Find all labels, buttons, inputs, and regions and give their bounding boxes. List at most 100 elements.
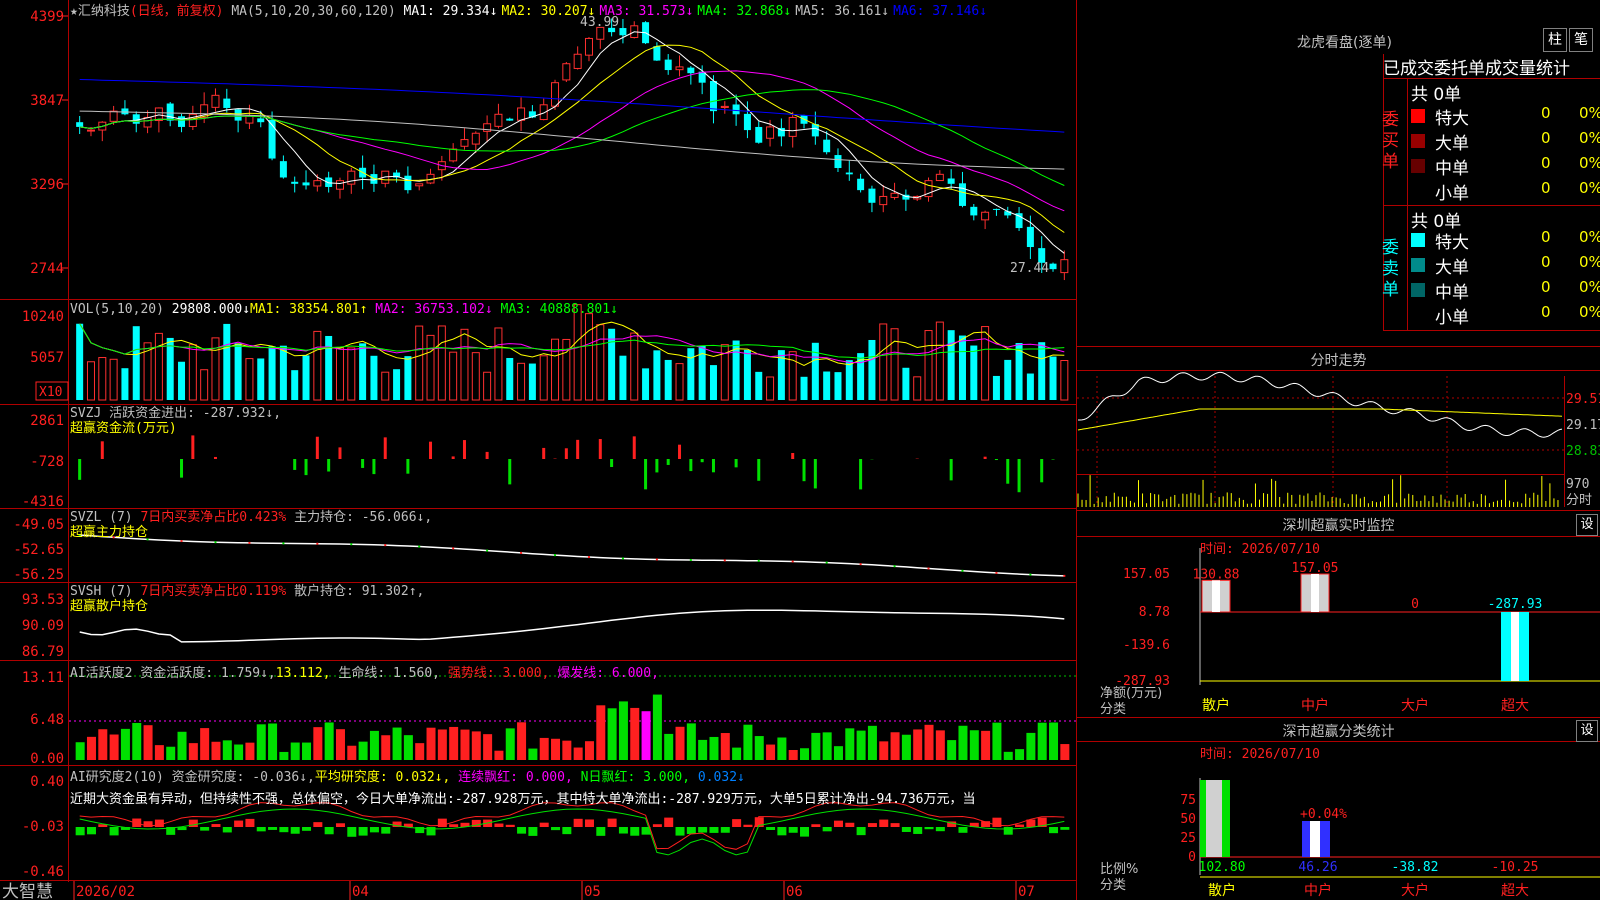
svzl-line[interactable] [78, 534, 1066, 577]
svzj-bar [213, 456, 217, 459]
svsh-line[interactable] [79, 609, 1065, 643]
ai2-bar [777, 827, 787, 836]
candle-body [845, 172, 853, 175]
order-row[interactable]: 大单 0 0% [1411, 129, 1600, 154]
volume-bar [494, 327, 503, 401]
order-row[interactable]: 特大 0 0% [1411, 228, 1600, 253]
ai1-bar [686, 723, 696, 760]
order-row[interactable]: 小单 0 0% [1411, 179, 1600, 204]
order-percent: 0% [1579, 278, 1600, 296]
svzj-bar [791, 452, 795, 459]
svzl-subtitle: 超赢主力持仓 [70, 525, 149, 540]
svzj-bar [485, 451, 489, 459]
ai1-bar [1003, 751, 1013, 760]
order-percent: 0% [1579, 228, 1600, 246]
ai1-bar [200, 728, 210, 760]
volume-bar [245, 358, 254, 401]
svsh-tick: 86.79 [22, 644, 64, 660]
candle-body [245, 115, 254, 124]
ai2-bar [109, 827, 119, 836]
bar-mode-button[interactable]: 柱 [1543, 28, 1567, 52]
candle-body [766, 126, 775, 139]
intraday-avg [1077, 408, 1563, 431]
order-row[interactable]: 中单 0 0% [1411, 278, 1600, 303]
intraday-chart[interactable] [1077, 371, 1564, 507]
price-panel[interactable]: 43.99 27.44 [76, 15, 1069, 281]
sz-monitor-chart[interactable]: 157.05 8.78 -139.6 -287.93 130.88 散户 157.05 中户 0… [1115, 548, 1600, 714]
ai2-bar [528, 827, 538, 836]
tick-mode-button[interactable]: 笔 [1569, 28, 1593, 52]
order-name: 中单 [1435, 159, 1469, 179]
order-row[interactable]: 大单 0 0% [1411, 253, 1600, 278]
ai1-bar [573, 747, 583, 760]
intraday-tick: 29.17 [1566, 418, 1600, 433]
ai1-bar [211, 741, 221, 760]
indicator-tick [825, 561, 828, 564]
ai2-bar [856, 827, 866, 836]
sz-class-settings-button[interactable]: 设 [1576, 720, 1598, 742]
candle-body [109, 110, 118, 122]
volume-bar [958, 335, 966, 400]
volume-bar [132, 326, 140, 400]
panel-borders [0, 0, 1077, 900]
volume-bar [924, 330, 933, 401]
candle-body [460, 139, 469, 147]
sz-monitor-settings-button[interactable]: 设 [1576, 514, 1598, 536]
svzj-bar [383, 437, 387, 459]
brand-logo[interactable]: 大智慧 [2, 882, 53, 900]
volume-bar [1004, 359, 1012, 400]
ai2-title-d: N日飘红: 3.000, [580, 770, 691, 785]
svzj-bar [802, 459, 806, 482]
ai2-bar [279, 827, 289, 833]
volume-axis: 10240 5057 [22, 309, 64, 366]
order-count: 0 [1541, 129, 1551, 147]
volume-bar [755, 371, 763, 400]
volume-bar [279, 345, 287, 400]
ai1-bars[interactable] [75, 694, 1070, 760]
sz-class-category: 中户 [1304, 882, 1332, 899]
ai2-bar [935, 827, 945, 832]
sz-class-title: 深市超赢分类统计 [1282, 724, 1395, 740]
stock-mode[interactable]: (日线，前复权) [130, 4, 224, 19]
volume-bar [1038, 342, 1046, 400]
volume-bar [879, 323, 888, 401]
volume-bar [178, 361, 186, 400]
svzj-header: SVZJ 活跃资金进出: -287.932↓, 超赢资金流(万元) [70, 406, 281, 436]
stock-name[interactable]: ★汇纳科技 [70, 4, 130, 19]
ai2-bar [551, 827, 561, 831]
indicator-tick [180, 540, 183, 543]
order-row[interactable]: 中单 0 0% [1411, 154, 1600, 179]
candle-body [154, 107, 163, 122]
ma-header: MA(5,10,20,30,60,120) [231, 4, 396, 19]
order-percent: 0% [1579, 154, 1600, 172]
indicator-tick [418, 545, 421, 548]
ai2-bar [652, 824, 662, 827]
volume-bars[interactable] [76, 304, 1069, 401]
ai1-bar [143, 725, 153, 760]
order-row[interactable]: 小单 0 0% [1411, 303, 1600, 328]
candle-body [947, 178, 955, 184]
sz-class-category: 大户 [1401, 882, 1429, 899]
ai1-bar [505, 728, 515, 760]
volume-bar [460, 328, 469, 401]
candle-body [178, 116, 186, 127]
volume-bar [619, 355, 627, 400]
ai1-bar [732, 747, 742, 760]
indicator-tick [214, 541, 217, 544]
order-row[interactable]: 特大 0 0% [1411, 104, 1600, 129]
ai2-bar [845, 822, 855, 827]
volume-bar [642, 368, 650, 400]
svzj-bar [1017, 459, 1021, 493]
candlestick-series[interactable] [76, 18, 1069, 281]
svzj-bars[interactable] [78, 435, 1055, 493]
ai1-bar [879, 741, 889, 760]
svsh-header: SVSH (7) 7日内买卖净占比0.119% 散户持仓: 91.302↑, 超… [70, 584, 424, 614]
sz-class-category: 散户 [1208, 882, 1236, 899]
order-count: 0 [1541, 303, 1551, 321]
sz-class-chart[interactable]: 75 50 25 0 +0.04% 102.80 46.26 -38.82 -10.25 散户 中户… [1180, 778, 1600, 899]
svzl-title-c: 主力持仓: -56.066↓, [294, 510, 433, 525]
intraday-vol-label: 970 [1566, 477, 1589, 492]
ma-legend-item: MA5: 36.161↓ [795, 4, 890, 19]
lhb-tabs[interactable]: 已成交委托单成交量统计 [1383, 54, 1570, 79]
ai1-bar [1049, 722, 1059, 760]
